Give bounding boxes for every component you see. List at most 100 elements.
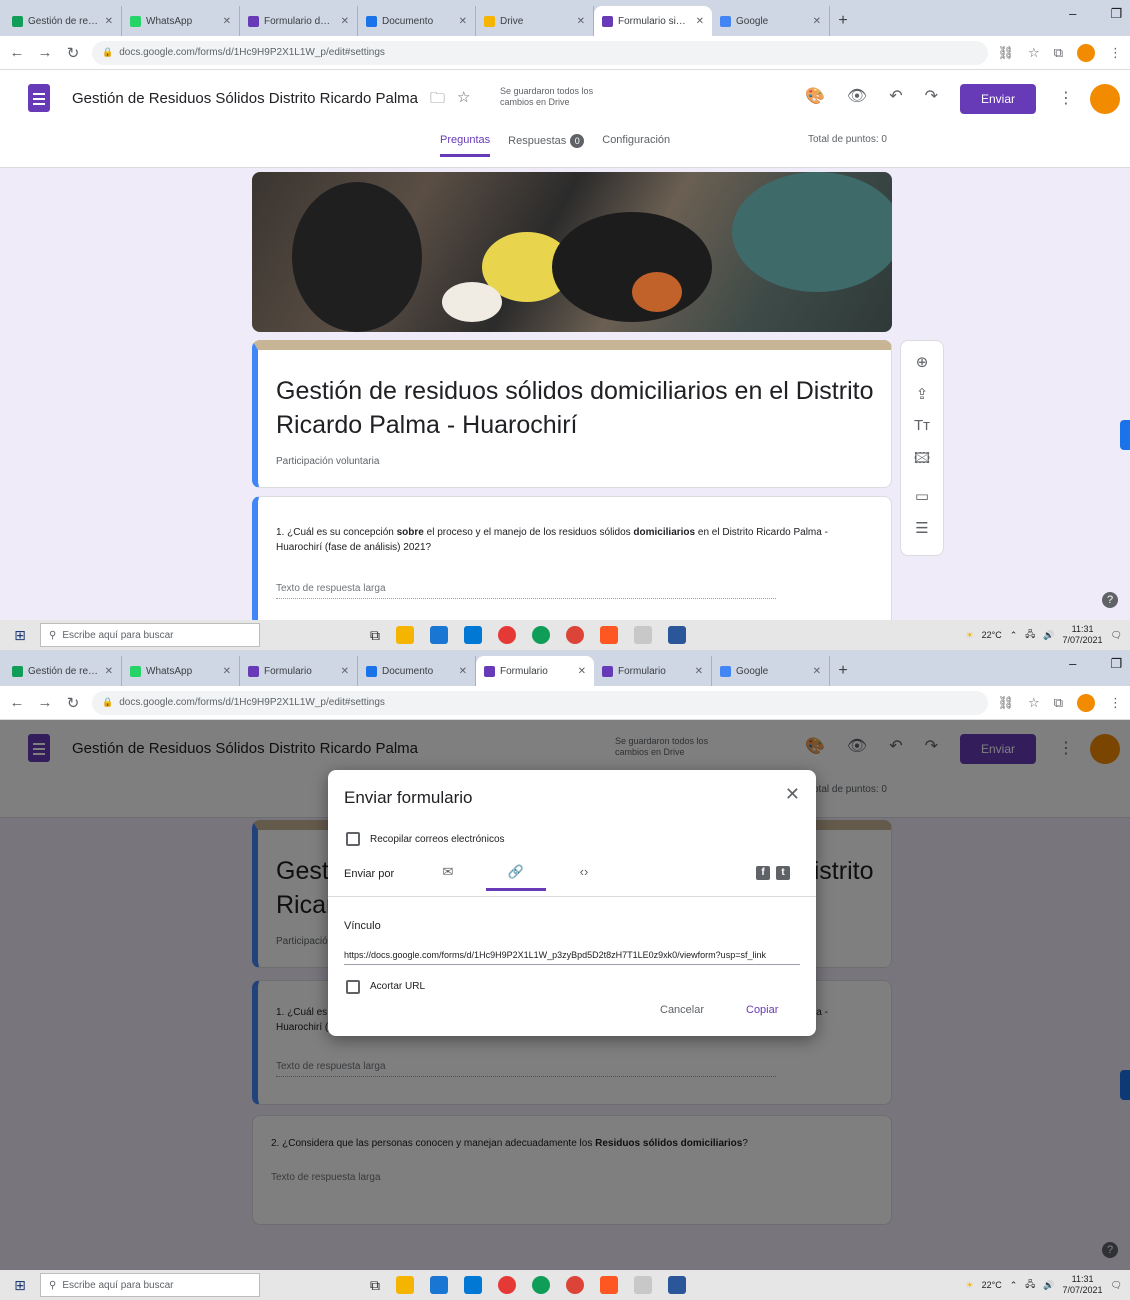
windows-start-icon[interactable]: ⊞	[0, 627, 40, 644]
store-icon[interactable]	[430, 626, 448, 644]
question-1-text[interactable]: 1. ¿Cuál es su concepción sobre el proce…	[276, 525, 866, 555]
embed-html-icon[interactable]: ‹›	[554, 864, 614, 887]
browser-tab[interactable]: Formulario de Google ✕	[240, 6, 358, 36]
taskbar-search[interactable]: ⚲ Escribe aquí para buscar	[40, 1273, 260, 1297]
help-icon[interactable]: ?	[1102, 592, 1118, 608]
back-icon[interactable]: ←	[8, 44, 26, 61]
cancel-button[interactable]: Cancelar	[646, 996, 718, 1024]
taskbar-search[interactable]: ⚲ Escribe aquí para buscar	[40, 623, 260, 647]
browser-tab[interactable]: WhatsApp ✕	[122, 656, 240, 686]
form-description[interactable]: Participación voluntaria	[276, 456, 379, 467]
edge-icon[interactable]	[532, 626, 550, 644]
browser-tab[interactable]: Documento ✕	[358, 6, 476, 36]
app-icon[interactable]	[498, 626, 516, 644]
question-card[interactable]: 1. ¿Cuál es su concepción sobre el proce…	[252, 496, 892, 626]
reload-icon[interactable]: ↻	[64, 694, 82, 712]
forms-logo-icon[interactable]	[28, 84, 50, 112]
forward-icon[interactable]: →	[36, 694, 54, 711]
forward-icon[interactable]: →	[36, 44, 54, 61]
address-bar[interactable]: 🔒 docs.google.com/forms/d/1Hc9H9P2X1L1W_…	[92, 40, 988, 65]
side-panel-icon[interactable]	[1120, 420, 1130, 450]
tab-close-icon[interactable]: ✕	[459, 16, 467, 27]
add-section-icon[interactable]: ☰	[915, 519, 928, 537]
office-icon[interactable]	[600, 626, 618, 644]
clock[interactable]: 11:31 7/07/2021	[1063, 624, 1103, 646]
word-icon[interactable]	[668, 1276, 686, 1294]
tab-close-icon[interactable]: ✕	[459, 666, 467, 677]
link-field[interactable]: https://docs.google.com/forms/d/1Hc9H9P2…	[344, 950, 800, 965]
tab-settings[interactable]: Configuración	[602, 134, 670, 157]
minimize-icon[interactable]: ‒	[1069, 6, 1076, 22]
header-image[interactable]	[252, 172, 892, 332]
bookmark-star-icon[interactable]: ☆	[1028, 695, 1040, 711]
browser-tab[interactable]: Google ✕	[712, 6, 830, 36]
mail-icon[interactable]	[464, 626, 482, 644]
tab-questions[interactable]: Preguntas	[440, 134, 491, 157]
new-tab-button[interactable]: +	[830, 6, 856, 36]
send-email-icon[interactable]: ✉	[418, 864, 478, 888]
redo-icon[interactable]: ↷	[925, 86, 938, 106]
send-link-icon[interactable]: 🔗	[486, 864, 546, 891]
notifications-icon[interactable]: 🗨	[1111, 1280, 1122, 1291]
tab-close-icon[interactable]: ✕	[223, 666, 231, 677]
lock-icon[interactable]: 🔒	[102, 47, 113, 58]
chrome-menu-icon[interactable]: ⋮	[1109, 45, 1122, 61]
reload-icon[interactable]: ↻	[64, 44, 82, 62]
add-title-icon[interactable]: Tт	[914, 417, 930, 434]
twitter-icon[interactable]: t	[776, 866, 790, 880]
tab-close-icon[interactable]: ✕	[578, 666, 586, 677]
file-explorer-icon[interactable]	[396, 1276, 414, 1294]
import-questions-icon[interactable]: ⇪	[916, 385, 929, 403]
weather-icon[interactable]: ☀	[966, 630, 974, 641]
chrome-icon[interactable]	[566, 626, 584, 644]
minimize-icon[interactable]: ‒	[1069, 656, 1076, 672]
mail-icon[interactable]	[464, 1276, 482, 1294]
volume-icon[interactable]: 🔊	[1043, 630, 1054, 641]
windows-start-icon[interactable]: ⊞	[0, 1277, 40, 1294]
maximize-icon[interactable]: ❐	[1110, 656, 1122, 672]
translate-icon[interactable]: ⛓	[998, 45, 1015, 61]
tray-chevron-icon[interactable]: ⌃	[1010, 630, 1018, 641]
weather-temp[interactable]: 22°C	[982, 1280, 1002, 1290]
chrome-icon[interactable]	[566, 1276, 584, 1294]
tab-close-icon[interactable]: ✕	[813, 666, 821, 677]
bookmark-star-icon[interactable]: ☆	[1028, 45, 1040, 61]
browser-tab[interactable]: WhatsApp ✕	[122, 6, 240, 36]
browser-tab-active[interactable]: Formulario ✕	[476, 656, 594, 686]
tab-responses[interactable]: Respuestas 0	[508, 134, 585, 157]
extension-icon[interactable]: ⧉	[1054, 695, 1063, 711]
task-view-icon[interactable]: ⧉	[370, 1277, 380, 1294]
profile-icon[interactable]	[1077, 43, 1095, 62]
browser-tab[interactable]: Formulario ✕	[240, 656, 358, 686]
network-icon[interactable]: 🖧	[1025, 627, 1035, 643]
maximize-icon[interactable]: ❐	[1110, 6, 1122, 22]
profile-icon[interactable]	[1077, 693, 1095, 712]
office-icon[interactable]	[600, 1276, 618, 1294]
task-view-icon[interactable]: ⧉	[370, 627, 380, 644]
add-image-icon[interactable]: 🖾	[914, 448, 930, 473]
app-icon[interactable]	[634, 626, 652, 644]
weather-temp[interactable]: 22°C	[982, 630, 1002, 640]
star-icon[interactable]: ☆	[457, 88, 470, 113]
extension-icon[interactable]: ⧉	[1054, 45, 1063, 61]
palette-icon[interactable]: 🎨	[805, 86, 825, 106]
browser-tab[interactable]: Gestión de residuos ✕	[4, 656, 122, 686]
lock-icon[interactable]: 🔒	[102, 697, 113, 708]
tab-close-icon[interactable]: ✕	[695, 666, 703, 677]
file-explorer-icon[interactable]	[396, 626, 414, 644]
chrome-menu-icon[interactable]: ⋮	[1109, 695, 1122, 711]
add-question-icon[interactable]: ⊕	[916, 353, 929, 371]
browser-tab[interactable]: Gestión de residuos ✕	[4, 6, 122, 36]
copy-button[interactable]: Copiar	[732, 996, 792, 1024]
account-avatar[interactable]	[1090, 84, 1120, 114]
shorten-url-checkbox[interactable]	[346, 980, 360, 994]
tray-chevron-icon[interactable]: ⌃	[1010, 1280, 1018, 1291]
tab-close-icon[interactable]: ✕	[105, 16, 113, 27]
back-icon[interactable]: ←	[8, 694, 26, 711]
undo-icon[interactable]: ↶	[889, 86, 902, 106]
document-title[interactable]: Gestión de Residuos Sólidos Distrito Ric…	[72, 90, 418, 107]
browser-tab[interactable]: Documento ✕	[358, 656, 476, 686]
tab-close-icon[interactable]: ✕	[577, 16, 585, 27]
browser-tab-active[interactable]: Formulario sin título ✕	[594, 6, 712, 36]
preview-eye-icon[interactable]: 👁	[847, 86, 867, 106]
